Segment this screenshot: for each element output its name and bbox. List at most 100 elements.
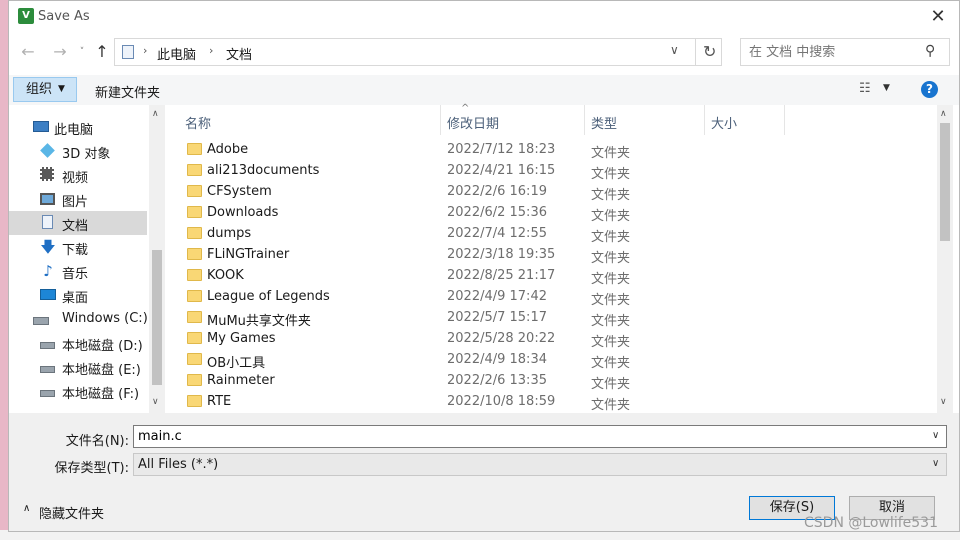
recent-locations-icon[interactable]: ˅ [75,41,89,63]
scrollbar-thumb[interactable] [940,123,950,241]
file-row[interactable]: dumps 2022/7/4 12:55 文件夹 [165,224,937,245]
address-bar[interactable]: › 此电脑 › 文档 ∨ ↻ [114,38,722,66]
file-name: FLiNGTrainer [207,247,290,262]
file-type: 文件夹 [591,251,631,266]
file-date: 2022/5/7 15:17 [447,310,547,325]
file-row[interactable]: OB小工具 2022/4/9 18:34 文件夹 [165,350,937,371]
file-row[interactable]: FLiNGTrainer 2022/3/18 19:35 文件夹 [165,245,937,266]
file-date: 2022/4/21 16:15 [447,163,556,178]
file-row[interactable]: ali213documents 2022/4/21 16:15 文件夹 [165,161,937,182]
music-icon: ♪ [43,262,53,280]
organize-button[interactable]: 组织 ▼ [13,77,77,102]
divider [695,39,696,65]
tree-item-drive-e[interactable]: 本地磁盘 (E:) [9,355,147,379]
background-window-strip [0,0,8,540]
file-row[interactable]: Rainmeter 2022/2/6 13:35 文件夹 [165,371,937,392]
save-form: 文件名(N): ∨ 保存类型(T): All Files (*.*) ∨ ∧ 隐… [9,413,959,531]
folder-icon [187,374,202,386]
file-row[interactable]: League of Legends 2022/4/9 17:42 文件夹 [165,287,937,308]
up-arrow-icon[interactable]: ↑ [91,41,113,63]
tree-item-desktop[interactable]: 桌面 [9,283,147,307]
tree-item-this-pc[interactable]: 此电脑 [9,115,147,139]
file-name: MuMu共享文件夹 [207,314,311,329]
file-name: League of Legends [207,289,330,304]
file-row[interactable]: CFSystem 2022/2/6 16:19 文件夹 [165,182,937,203]
filename-combobox[interactable]: ∨ [133,425,947,448]
title-bar: V Save As ✕ [9,1,959,33]
folder-icon [187,248,202,260]
folder-icon [187,353,202,365]
column-type[interactable]: 类型 [591,113,617,132]
scroll-up-icon[interactable]: ∧ [940,109,947,119]
app-icon: V [18,8,34,24]
file-row[interactable]: KOOK 2022/8/25 21:17 文件夹 [165,266,937,287]
tree-item-drive-f[interactable]: 本地磁盘 (F:) [9,379,147,403]
column-divider[interactable] [584,105,585,135]
tree-item-3d-objects[interactable]: 3D 对象 [9,139,147,163]
file-date: 2022/8/25 21:17 [447,268,556,283]
view-options-icon[interactable]: ☷ [859,81,871,96]
file-row[interactable]: Adobe 2022/7/12 18:23 文件夹 [165,140,937,161]
tree-item-videos[interactable]: 视频 [9,163,147,187]
column-divider[interactable] [704,105,705,135]
document-icon [122,45,134,59]
scroll-up-icon[interactable]: ∧ [152,109,159,119]
tree-item-drive-c[interactable]: Windows (C:) [9,307,148,331]
scroll-down-icon[interactable]: ∨ [940,397,947,407]
file-type: 文件夹 [591,230,631,245]
tree-item-label: 下载 [62,243,89,258]
new-folder-button[interactable]: 新建文件夹 [95,82,160,101]
file-list-scrollbar[interactable]: ∧ ∨ [937,105,953,413]
help-icon[interactable]: ? [921,81,938,98]
forward-arrow-icon[interactable]: → [49,41,71,63]
tree-scrollbar[interactable]: ∧ ∨ [149,105,165,413]
close-button[interactable]: ✕ [925,5,951,29]
tree-item-drive-d[interactable]: 本地磁盘 (D:) [9,331,147,355]
file-type: 文件夹 [591,188,631,203]
chevron-down-icon[interactable]: ∨ [670,43,679,57]
file-list-header: ^ 名称 修改日期 类型 大小 [165,103,937,135]
search-icon[interactable]: ⚲ [925,43,935,59]
caret-down-icon[interactable]: ▼ [883,83,890,93]
column-name[interactable]: 名称 [185,113,211,132]
refresh-icon[interactable]: ↻ [703,42,716,61]
scrollbar-thumb[interactable] [152,250,162,385]
column-divider[interactable] [784,105,785,135]
filename-input[interactable] [138,426,918,447]
tree-item-label: 文档 [62,219,89,234]
video-icon [40,167,56,183]
file-name: Rainmeter [207,373,275,388]
file-name: Adobe [207,142,249,157]
tree-item-music[interactable]: ♪ 音乐 [9,259,147,283]
file-name: RTE [207,394,232,409]
file-row[interactable]: My Games 2022/5/28 20:22 文件夹 [165,329,937,350]
download-icon: 🡇 [40,238,56,256]
column-date[interactable]: 修改日期 [447,113,499,132]
column-divider[interactable] [440,105,441,135]
file-row[interactable]: RTE 2022/10/8 18:59 文件夹 [165,392,937,413]
breadcrumb-this-pc[interactable]: 此电脑 [157,44,196,63]
file-date: 2022/2/6 16:19 [447,184,547,199]
tree-item-pictures[interactable]: 图片 [9,187,147,211]
chevron-down-icon[interactable]: ∨ [932,430,939,441]
folder-icon [187,206,202,218]
filename-label: 文件名(N): [65,434,129,449]
tree-item-downloads[interactable]: 🡇 下载 [9,235,147,259]
scroll-down-icon[interactable]: ∨ [152,397,159,407]
file-date: 2022/4/9 17:42 [447,289,547,304]
file-name: KOOK [207,268,244,283]
back-arrow-icon[interactable]: ← [17,41,39,63]
filetype-select[interactable]: All Files (*.*) ∨ [133,453,947,476]
search-input[interactable] [749,39,919,65]
chevron-down-icon[interactable]: ∨ [932,458,939,469]
search-box[interactable]: ⚲ [740,38,950,66]
file-date: 2022/2/6 13:35 [447,373,547,388]
file-row[interactable]: MuMu共享文件夹 2022/5/7 15:17 文件夹 [165,308,937,329]
tree-item-label: 此电脑 [54,123,94,138]
column-size[interactable]: 大小 [711,113,737,132]
file-type: 文件夹 [591,398,631,413]
breadcrumb-documents[interactable]: 文档 [226,44,252,63]
tree-item-documents[interactable]: 文档 [9,211,147,235]
file-row[interactable]: Downloads 2022/6/2 15:36 文件夹 [165,203,937,224]
organize-label: 组织 [26,82,53,97]
